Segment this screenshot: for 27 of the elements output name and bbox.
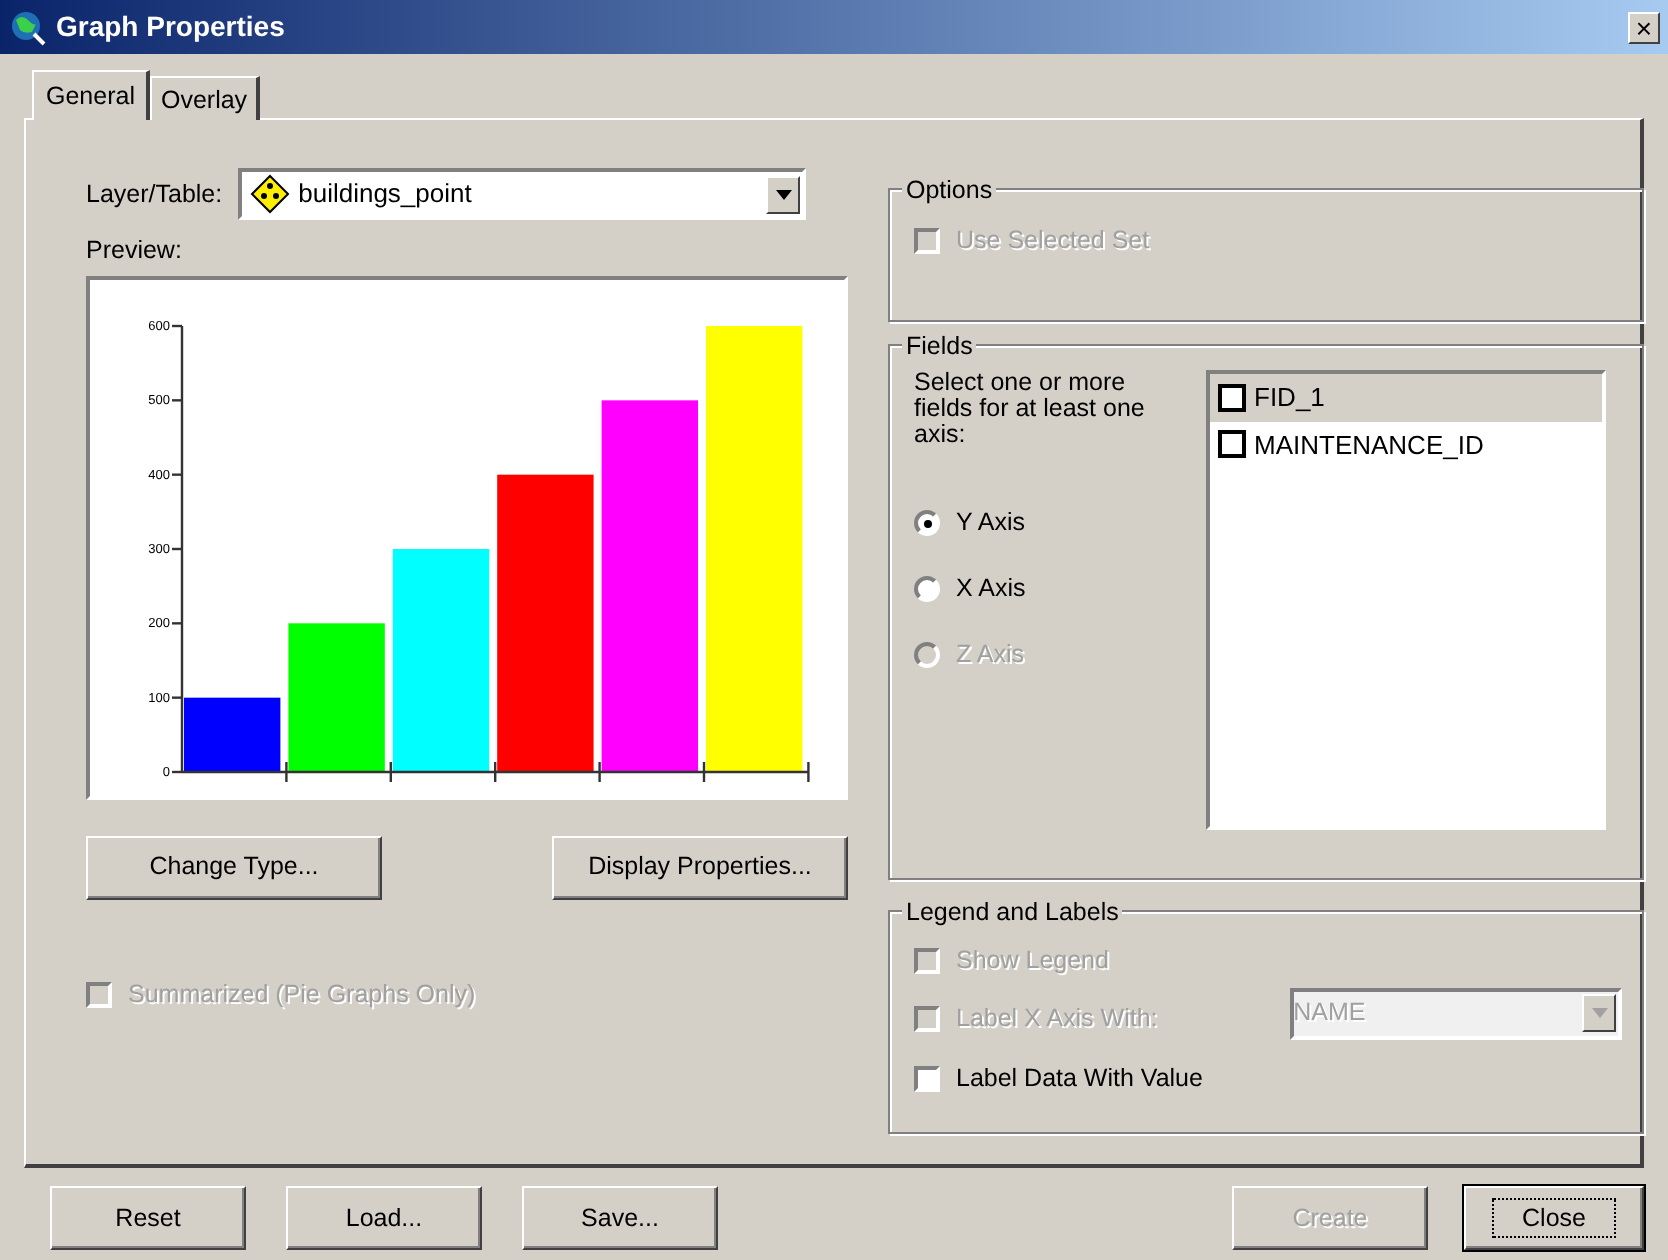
radio-label: Y Axis [956,506,1026,541]
checkbox[interactable] [914,1065,940,1092]
radio-button[interactable] [914,510,940,537]
window-title: Graph Properties [56,8,285,46]
preview-label: Preview: [86,234,184,268]
radio-button[interactable] [914,576,940,602]
button[interactable]: Display Properties... [552,835,848,900]
list-item[interactable]: FID_1 [1210,374,1602,421]
list-item[interactable]: MAINTENANCE_ID [1210,421,1602,468]
tab[interactable]: Overlay [150,76,260,120]
checkbox[interactable] [1218,383,1246,412]
globe-icon [8,9,48,45]
checkbox-label: Label Data With Value [956,1061,1205,1096]
field-list[interactable]: FID_1 MAINTENANCE_ID [1206,370,1606,830]
button[interactable]: Reset [50,1186,246,1250]
radio-label: X Axis [956,572,1026,607]
layer-table-dropdown[interactable]: buildings_point [238,168,807,220]
tab[interactable]: General [32,70,151,120]
instruction-text: Select one or more fields for at least one axis: [914,370,1147,449]
close-button[interactable]: × [1628,11,1660,43]
button[interactable]: Load... [286,1186,482,1250]
layer-table-label: Layer/Table: [86,177,223,212]
button[interactable]: Change Type... [86,835,382,900]
button[interactable]: Close [1464,1186,1644,1250]
point-layer-icon [250,174,291,214]
button[interactable]: Save... [522,1186,718,1250]
checkbox[interactable] [1218,430,1246,459]
